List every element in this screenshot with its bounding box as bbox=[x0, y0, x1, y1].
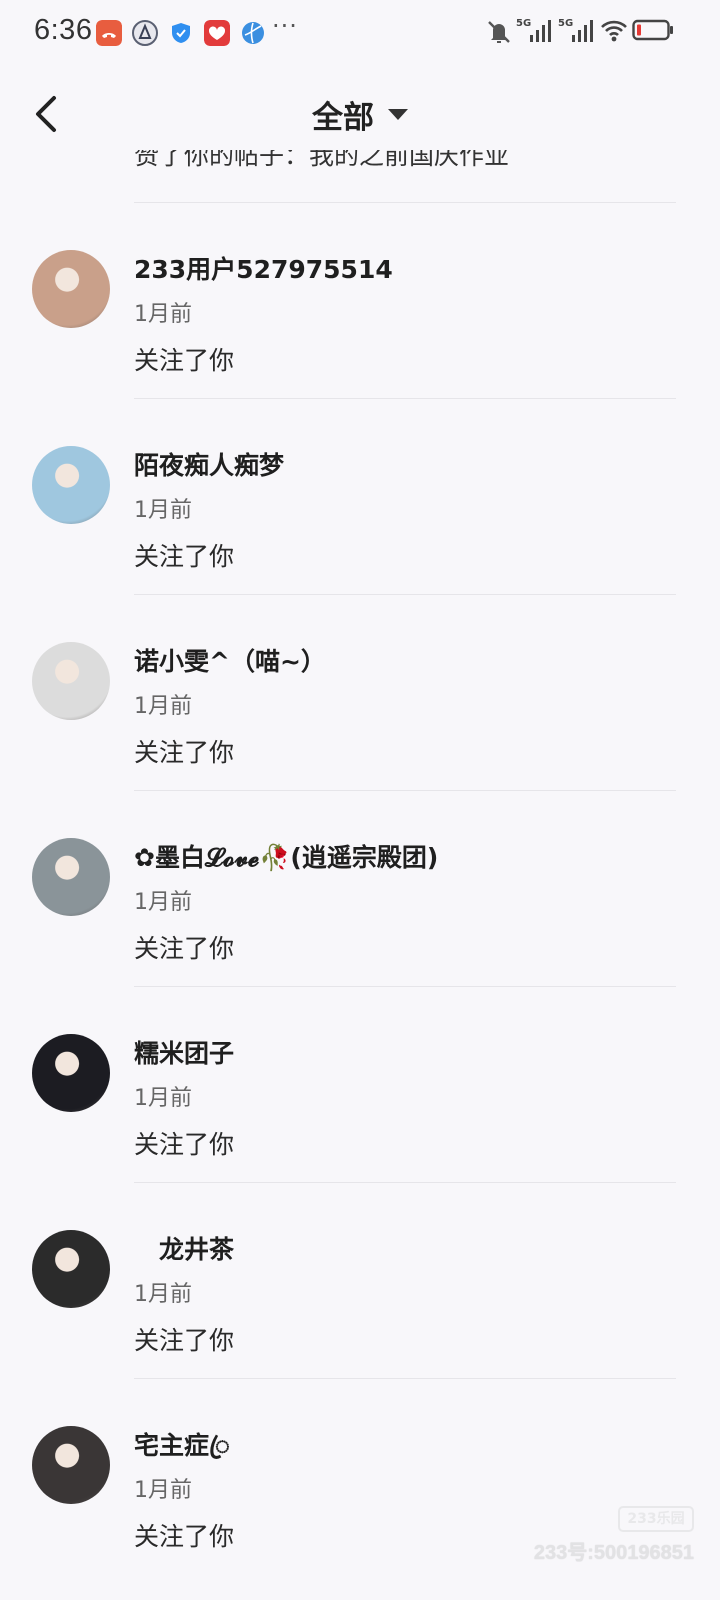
user-name[interactable]: 诺小雯^（喵~） bbox=[134, 642, 326, 678]
partial-item-text: 赞了你的帖子：我的之前国庆作业 bbox=[134, 150, 510, 170]
watermark-text: 233号:500196851 bbox=[533, 1542, 694, 1564]
gift-app-icon bbox=[204, 20, 230, 46]
watermark-logo: 233乐园 bbox=[618, 1506, 694, 1532]
timestamp: 1月前 bbox=[134, 1478, 192, 1503]
list-item[interactable]: 233用户527975514 1月前关注了你 bbox=[0, 204, 720, 400]
more-dots-icon: ··· bbox=[272, 12, 298, 40]
top-nav-bar: 全部 bbox=[0, 72, 720, 156]
timestamp: 1月前 bbox=[134, 890, 192, 915]
signal-icon bbox=[572, 20, 593, 42]
status-time: 6:36 bbox=[34, 14, 93, 46]
avatar[interactable] bbox=[32, 1230, 110, 1308]
notification-text: 关注了你 bbox=[134, 542, 235, 571]
user-name[interactable]: ✿墨白𝓛𝓸𝓿𝓮🥀(逍遥宗殿团) bbox=[134, 838, 438, 874]
user-name[interactable]: 宅主症ꦿ bbox=[134, 1426, 230, 1477]
user-name[interactable]: 龙井茶 bbox=[134, 1230, 234, 1266]
list-item[interactable]: 龙井茶 1月前关注了你 bbox=[0, 1184, 720, 1380]
phone-app-icon bbox=[96, 20, 122, 46]
browser-app-icon bbox=[242, 22, 264, 44]
notification-text: 关注了你 bbox=[134, 738, 235, 767]
notification-text: 关注了你 bbox=[134, 1130, 235, 1159]
timestamp: 1月前 bbox=[134, 1086, 192, 1111]
status-bar: 6:36 ··· 5G 5G bbox=[0, 0, 720, 66]
security-icon bbox=[172, 23, 190, 43]
divider bbox=[134, 790, 676, 791]
divider bbox=[134, 986, 676, 987]
divider bbox=[134, 202, 676, 203]
avatar[interactable] bbox=[32, 1034, 110, 1112]
divider bbox=[134, 1182, 676, 1183]
notification-text: 关注了你 bbox=[134, 346, 235, 375]
list-item[interactable]: 诺小雯^（喵~） 1月前关注了你 bbox=[0, 596, 720, 792]
notification-text: 关注了你 bbox=[134, 934, 235, 963]
notification-text: 关注了你 bbox=[134, 1522, 235, 1551]
timestamp: 1月前 bbox=[134, 1282, 192, 1307]
timestamp: 1月前 bbox=[134, 694, 192, 719]
list-item[interactable]: 陌夜痴人痴梦 1月前关注了你 bbox=[0, 400, 720, 596]
timestamp: 1月前 bbox=[134, 498, 192, 523]
battery-icon bbox=[632, 19, 673, 41]
shield-app-icon bbox=[132, 20, 158, 46]
avatar[interactable] bbox=[32, 446, 110, 524]
avatar[interactable] bbox=[32, 642, 110, 720]
list-item[interactable]: 糯米团子 1月前关注了你 bbox=[0, 988, 720, 1184]
divider bbox=[134, 1378, 676, 1379]
mute-icon bbox=[488, 21, 510, 43]
caret-down-icon bbox=[388, 109, 408, 120]
user-name[interactable]: 糯米团子 bbox=[134, 1034, 234, 1070]
signal-icon bbox=[530, 20, 551, 42]
timestamp: 1月前 bbox=[134, 302, 192, 327]
avatar[interactable] bbox=[32, 838, 110, 916]
notification-text: 关注了你 bbox=[134, 1326, 235, 1355]
divider bbox=[134, 594, 676, 595]
user-name[interactable]: 233用户527975514 bbox=[134, 250, 393, 286]
page-title: 全部 bbox=[312, 100, 374, 136]
user-name[interactable]: 陌夜痴人痴梦 bbox=[134, 446, 284, 482]
partial-list-item[interactable]: 赞了你的帖子：我的之前国庆作业 bbox=[134, 150, 694, 178]
filter-dropdown[interactable]: 全部 bbox=[0, 92, 720, 137]
wifi-icon bbox=[601, 20, 627, 42]
avatar[interactable] bbox=[32, 250, 110, 328]
divider bbox=[134, 398, 676, 399]
list-item[interactable]: ✿墨白𝓛𝓸𝓿𝓮🥀(逍遥宗殿团) 1月前关注了你 bbox=[0, 792, 720, 988]
avatar[interactable] bbox=[32, 1426, 110, 1504]
